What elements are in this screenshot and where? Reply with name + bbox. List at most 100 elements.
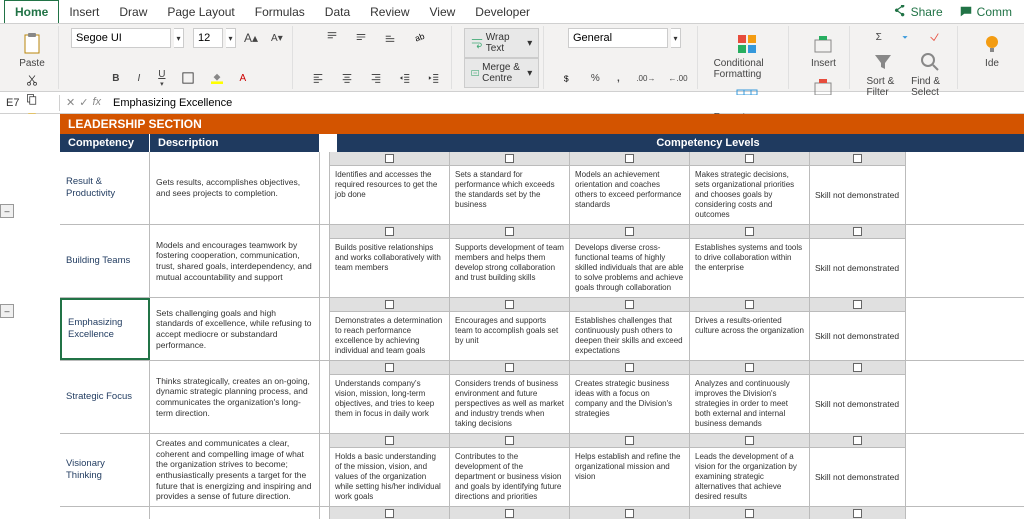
align-right-button[interactable] [363,69,389,87]
font-name-select[interactable] [71,28,171,48]
tab-view[interactable]: View [420,1,466,23]
level-text[interactable]: Encourages and supports team to accompli… [450,312,569,360]
level-checkbox[interactable] [745,509,754,518]
competency-cell[interactable]: Visionary Thinking [60,434,150,506]
level-checkbox[interactable] [505,300,514,309]
tab-formulas[interactable]: Formulas [245,1,315,23]
italic-button[interactable]: I [129,69,149,87]
level-checkbox[interactable] [745,227,754,236]
underline-button[interactable]: U▾ [152,69,172,87]
description-cell[interactable]: Models and encourages teamwork by foster… [150,225,320,297]
level-text[interactable]: Sets a standard for performance which ex… [450,166,569,224]
decrease-decimal-button[interactable]: ←.00 [663,69,692,87]
number-format-select[interactable] [568,28,668,48]
comma-button[interactable]: , [608,69,628,87]
skill-checkbox[interactable] [853,436,862,445]
decrease-indent-button[interactable] [392,69,418,87]
outline-collapse-2[interactable]: – [0,304,14,318]
description-cell[interactable]: Gets results, accomplishes objectives, a… [150,152,320,224]
cut-button[interactable] [19,71,45,89]
fill-color-button[interactable] [204,69,230,87]
skill-checkbox[interactable] [853,509,862,518]
level-text[interactable]: Models an achievement orientation and co… [570,166,689,224]
share-button[interactable]: Share [885,3,951,21]
decrease-font-button[interactable]: A▾ [266,29,288,47]
clear-button[interactable] [921,28,947,46]
level-text[interactable]: Identifies and accesses the required res… [330,166,449,224]
name-box[interactable]: E7 [0,95,60,111]
skill-checkbox[interactable] [853,154,862,163]
description-cell[interactable]: Is sincere, genuine, open and direct wit… [150,507,320,519]
skill-checkbox[interactable] [853,227,862,236]
level-checkbox[interactable] [625,509,634,518]
skill-checkbox[interactable] [853,363,862,372]
level-checkbox[interactable] [745,300,754,309]
skill-text[interactable]: Skill not demonstrated [810,448,905,506]
increase-font-button[interactable]: A▴ [239,29,263,47]
level-text[interactable]: Drives a results-oriented culture across… [690,312,809,360]
merge-button[interactable]: Merge & Centre ▾ [464,58,540,88]
level-checkbox[interactable] [745,154,754,163]
description-cell[interactable]: Creates and communicates a clear, cohere… [150,434,320,506]
level-checkbox[interactable] [505,154,514,163]
description-cell[interactable]: Sets challenging goals and high standard… [150,298,320,360]
bold-button[interactable]: B [106,69,126,87]
skill-text[interactable]: Skill not demonstrated [810,312,905,360]
level-checkbox[interactable] [385,154,394,163]
level-text[interactable]: Supports development of team members and… [450,239,569,297]
level-text[interactable]: Makes strategic decisions, sets organiza… [690,166,809,224]
font-name-dropdown[interactable]: ▾ [174,28,184,48]
conditional-formatting-button[interactable]: Conditional Formatting [710,28,785,82]
worksheet[interactable]: – – LEADERSHIP SECTION Competency Descri… [0,114,1024,519]
align-bottom-button[interactable] [377,28,403,46]
competency-cell[interactable]: Result & Productivity [60,152,150,224]
formula-input[interactable] [107,95,1024,111]
level-checkbox[interactable] [385,363,394,372]
tab-page-layout[interactable]: Page Layout [157,1,244,23]
currency-button[interactable]: $ [556,69,582,87]
tab-home[interactable]: Home [4,0,59,23]
description-cell[interactable]: Thinks strategically, creates an on-goin… [150,361,320,433]
level-checkbox[interactable] [505,363,514,372]
percent-button[interactable]: % [585,69,605,87]
align-center-button[interactable] [334,69,360,87]
level-text[interactable]: Establishes challenges that continuously… [570,312,689,360]
skill-text[interactable]: Skill not demonstrated [810,239,905,297]
paste-button[interactable]: Paste [10,28,54,71]
wrap-text-button[interactable]: Wrap Text ▾ [464,28,540,58]
align-middle-button[interactable] [348,28,374,46]
accept-formula-icon[interactable]: ✓ [79,96,88,109]
align-left-button[interactable] [305,69,331,87]
level-checkbox[interactable] [385,227,394,236]
increase-decimal-button[interactable]: .00→ [631,69,660,87]
level-text[interactable]: Analyzes and continuously improves the D… [690,375,809,433]
skill-text[interactable]: Skill not demonstrated [810,166,905,224]
level-checkbox[interactable] [625,300,634,309]
level-text[interactable]: Establishes systems and tools to drive c… [690,239,809,297]
tab-draw[interactable]: Draw [109,1,157,23]
ideas-button[interactable]: Ide [970,28,1014,87]
level-checkbox[interactable] [385,436,394,445]
skill-checkbox[interactable] [853,300,862,309]
level-checkbox[interactable] [385,509,394,518]
competency-cell[interactable]: Building Teams [60,225,150,297]
level-text[interactable]: Builds positive relationships and works … [330,239,449,297]
number-format-dropdown[interactable]: ▾ [671,28,681,48]
border-button[interactable] [175,69,201,87]
level-text[interactable]: Leads the development of a vision for th… [690,448,809,506]
level-checkbox[interactable] [505,227,514,236]
font-size-select[interactable] [193,28,223,48]
align-top-button[interactable] [319,28,345,46]
orientation-button[interactable]: ab [406,28,432,46]
level-text[interactable]: Creates strategic business ideas with a … [570,375,689,433]
level-text[interactable]: Helps establish and refine the organizat… [570,448,689,506]
level-text[interactable]: Contributes to the development of the de… [450,448,569,506]
competency-cell[interactable]: Emphasizing Excellence [60,298,150,360]
autosum-button[interactable]: Σ [869,28,889,46]
level-checkbox[interactable] [745,436,754,445]
tab-developer[interactable]: Developer [465,1,540,23]
level-text[interactable]: Develops diverse cross-functional teams … [570,239,689,297]
cancel-formula-icon[interactable]: ✕ [66,96,75,109]
tab-data[interactable]: Data [315,1,360,23]
level-checkbox[interactable] [625,154,634,163]
